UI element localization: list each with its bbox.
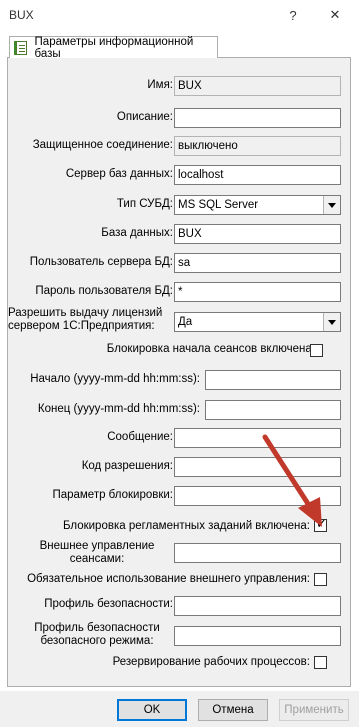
ok-button[interactable]: OK bbox=[117, 699, 187, 721]
security-profile-label: Профиль безопасности: bbox=[44, 598, 173, 610]
message-label: Сообщение: bbox=[107, 431, 173, 443]
secure-connection-field: выключено bbox=[174, 136, 341, 156]
ext-mgmt-label: Внешнее управление сеансами: bbox=[27, 540, 167, 566]
close-icon[interactable]: ✕ bbox=[324, 4, 346, 26]
start-label: Начало (yyyy-mm-dd hh:mm:ss): bbox=[30, 373, 200, 385]
help-icon[interactable]: ? bbox=[282, 4, 304, 26]
licenses-label-line1: Разрешить выдачу лицензий bbox=[8, 307, 163, 319]
name-label: Имя: bbox=[147, 79, 173, 91]
database-input[interactable]: BUX bbox=[174, 224, 341, 244]
secure-connection-label: Защищенное соединение: bbox=[32, 139, 173, 151]
safe-mode-profile-label-line2: безопасного режима: bbox=[40, 635, 154, 647]
licenses-label-line2: сервером 1С:Предприятия: bbox=[8, 320, 155, 332]
start-input[interactable] bbox=[205, 370, 341, 390]
db-password-label: Пароль пользователя БД: bbox=[35, 285, 173, 297]
permission-code-label: Код разрешения: bbox=[81, 460, 173, 472]
chevron-down-icon[interactable] bbox=[323, 313, 340, 331]
message-input[interactable] bbox=[174, 428, 341, 448]
end-input[interactable] bbox=[205, 400, 341, 420]
permission-code-input[interactable] bbox=[174, 457, 341, 477]
block-param-input[interactable] bbox=[174, 486, 341, 506]
db-password-input[interactable]: * bbox=[174, 282, 341, 302]
name-field: BUX bbox=[174, 76, 341, 96]
db-server-label: Сервер баз данных: bbox=[65, 168, 173, 180]
licenses-select[interactable]: Да bbox=[174, 312, 341, 332]
db-server-input[interactable]: localhost bbox=[174, 165, 341, 185]
checkmark-icon: ✓ bbox=[316, 516, 327, 531]
dbms-type-value: MS SQL Server bbox=[178, 199, 259, 211]
chevron-down-icon[interactable] bbox=[323, 196, 340, 214]
db-user-label: Пользователь сервера БД: bbox=[29, 256, 173, 268]
sessions-block-label: Блокировка начала сеансов включена: bbox=[106, 343, 315, 355]
mandatory-ext-label: Обязательное использование внешнего упра… bbox=[27, 573, 310, 585]
reserve-workers-checkbox[interactable] bbox=[314, 656, 327, 669]
safe-mode-profile-label-line1: Профиль безопасности bbox=[34, 622, 160, 634]
scheduled-jobs-block-label: Блокировка регламентных заданий включена… bbox=[62, 520, 310, 532]
sessions-block-checkbox[interactable] bbox=[310, 344, 323, 357]
block-param-label: Параметр блокировки: bbox=[52, 489, 173, 501]
description-input[interactable] bbox=[174, 108, 341, 128]
database-label: База данных: bbox=[101, 227, 173, 239]
infobase-icon bbox=[14, 40, 30, 55]
safe-mode-profile-input[interactable] bbox=[174, 626, 341, 646]
mandatory-ext-checkbox[interactable] bbox=[314, 573, 327, 586]
description-label: Описание: bbox=[116, 111, 173, 123]
reserve-workers-label: Резервирование рабочих процессов: bbox=[112, 656, 310, 668]
window-title: BUX bbox=[9, 8, 34, 22]
cancel-button[interactable]: Отмена bbox=[198, 699, 268, 721]
licenses-value: Да bbox=[178, 316, 193, 328]
ext-mgmt-label-line1: Внешнее управление bbox=[39, 540, 155, 552]
safe-mode-profile-label: Профиль безопасности безопасного режима: bbox=[27, 622, 167, 648]
ext-mgmt-label-line2: сеансами: bbox=[69, 553, 125, 565]
db-user-input[interactable]: sa bbox=[174, 253, 341, 273]
scheduled-jobs-block-checkbox[interactable]: ✓ bbox=[314, 516, 327, 532]
security-profile-input[interactable] bbox=[174, 596, 341, 616]
dbms-type-label: Тип СУБД: bbox=[116, 198, 173, 210]
tab-label: Параметры информационной базы bbox=[34, 35, 194, 60]
dbms-type-select[interactable]: MS SQL Server bbox=[174, 195, 341, 215]
title-bar: BUX ? ✕ bbox=[0, 0, 359, 30]
apply-button[interactable]: Применить bbox=[279, 699, 349, 721]
tab-infobase-params[interactable]: Параметры информационной базы bbox=[9, 35, 218, 60]
licenses-label: Разрешить выдачу лицензий сервером 1С:Пр… bbox=[8, 307, 178, 333]
ext-mgmt-input[interactable] bbox=[174, 543, 341, 563]
end-label: Конец (yyyy-mm-dd hh:mm:ss): bbox=[37, 403, 200, 415]
